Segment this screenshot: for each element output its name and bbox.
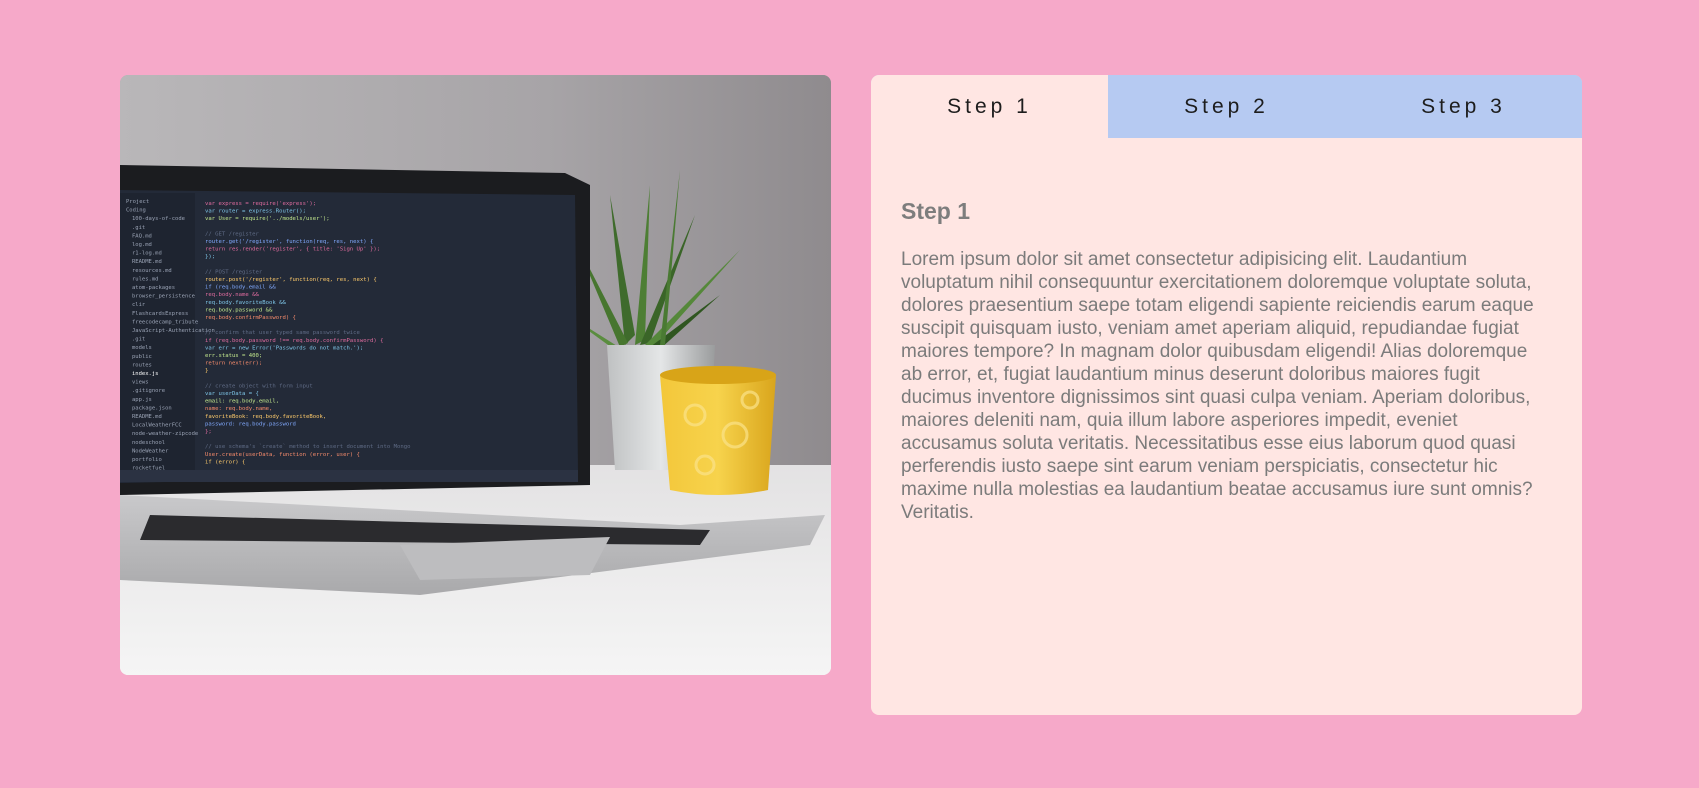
tab-step-3[interactable]: Step 3: [1345, 75, 1582, 138]
tab-step-2[interactable]: Step 2: [1108, 75, 1345, 138]
code-line: return res.render('register', { title: '…: [205, 247, 380, 253]
code-line: var express = require('express');: [205, 201, 316, 207]
code-line: req.body.password &&: [205, 307, 273, 313]
code-line: User.create(userData, function (error, u…: [205, 452, 360, 458]
code-line: var userData = {: [205, 391, 259, 397]
code-editor-screen: Project Coding 100-days-of-code .git FAQ.md l…: [120, 190, 578, 483]
file-tree-item: log.md: [132, 242, 152, 248]
file-tree-item: FAQ.md: [132, 233, 152, 239]
file-tree-item: 100-days-of-code: [132, 216, 185, 222]
steps-panel: Step 1 Step 2 Step 3 Step 1 Lorem ipsum do…: [871, 75, 1582, 715]
file-tree-item: resources.md: [132, 268, 172, 274]
hero-image: Project Coding 100-days-of-code .git FAQ.md l…: [120, 75, 831, 675]
code-line: // POST /register: [205, 269, 263, 275]
file-tree-item: public: [132, 354, 152, 360]
tab-content: Step 1 Lorem ipsum dolor sit amet consec…: [871, 138, 1582, 524]
code-line: // GET /register: [205, 231, 260, 237]
file-tree-item: nodeschool: [132, 440, 165, 446]
file-tree-item: Project: [126, 199, 149, 205]
code-line: err.status = 400;: [205, 353, 262, 359]
code-line: name: req.body.name,: [205, 406, 272, 412]
step-body: Lorem ipsum dolor sit amet consectetur a…: [901, 249, 1534, 523]
code-line: email: req.body.email,: [205, 399, 279, 405]
code-line: password: req.body.password: [205, 421, 296, 427]
file-tree-item: .git: [132, 337, 145, 343]
code-line: if (req.body.password !== req.body.confi…: [205, 338, 384, 344]
code-line: favoriteBook: req.body.favoriteBook,: [205, 414, 326, 420]
file-tree-item: .git: [132, 225, 145, 231]
code-line: // confirm that user typed same password…: [205, 330, 361, 336]
code-line: req.body.favoriteBook &&: [205, 300, 286, 306]
file-tree-item: LocalWeatherFCC: [132, 423, 182, 429]
file-tree-item: routes: [132, 362, 152, 368]
code-line: }: [205, 368, 208, 374]
file-tree-item: app.js: [132, 397, 152, 403]
file-tree-item: JavaScript-Authentication: [132, 328, 215, 334]
file-tree-item: models: [132, 345, 152, 351]
file-tree-item: browser_persistence: [132, 294, 195, 300]
code-line: // use schema's `create` method to inser…: [205, 444, 410, 450]
code-line: req.body.name &&: [205, 292, 260, 298]
code-line: if (error) {: [205, 459, 245, 465]
code-line: return next(err);: [205, 361, 262, 367]
file-tree-item: node-weather-zipcode: [132, 431, 198, 437]
file-tree-item: Coding: [126, 208, 146, 214]
yellow-cup: [660, 369, 776, 495]
file-tree-item: views: [132, 380, 149, 386]
code-line: var User = require('../models/user');: [205, 216, 330, 222]
file-tree-item: README.md: [132, 414, 162, 420]
tab-step-1[interactable]: Step 1: [871, 75, 1108, 138]
file-tree-item: r1-log.md: [132, 251, 162, 257]
step-title: Step 1: [901, 198, 971, 224]
file-tree-item: README.md: [132, 259, 162, 265]
code-line: });: [205, 254, 215, 260]
code-line: };: [205, 429, 212, 435]
file-tree-item: NodeWeather: [132, 448, 169, 454]
code-line: req.body.confirmPassword) {: [205, 315, 296, 321]
code-line: var err = new Error('Passwords do not ma…: [205, 345, 363, 351]
file-tree-item: package.json: [132, 405, 172, 411]
code-line: router.get('/register', function(req, re…: [205, 239, 373, 245]
file-tree-item: clir: [132, 302, 146, 308]
tab-bar: Step 1 Step 2 Step 3: [871, 75, 1582, 138]
code-line: if (req.body.email &&: [205, 285, 276, 291]
code-line: router.post('/register', function(req, r…: [205, 277, 377, 283]
code-line: // create object with form input: [205, 383, 313, 389]
file-tree-item: rules.md: [132, 276, 159, 282]
file-tree-item: .gitignore: [132, 388, 165, 394]
file-tree-item: index.js: [132, 371, 159, 377]
laptop-photo: Project Coding 100-days-of-code .git FAQ.md l…: [120, 75, 831, 675]
file-tree-item: portfolio: [132, 457, 162, 463]
code-line: var router = express.Router();: [205, 209, 306, 215]
file-tree-item: FlashcardsExpress: [132, 311, 188, 317]
file-tree-item: atom-packages: [132, 285, 175, 291]
file-tree-item: freecodecamp_tribute: [132, 319, 198, 325]
